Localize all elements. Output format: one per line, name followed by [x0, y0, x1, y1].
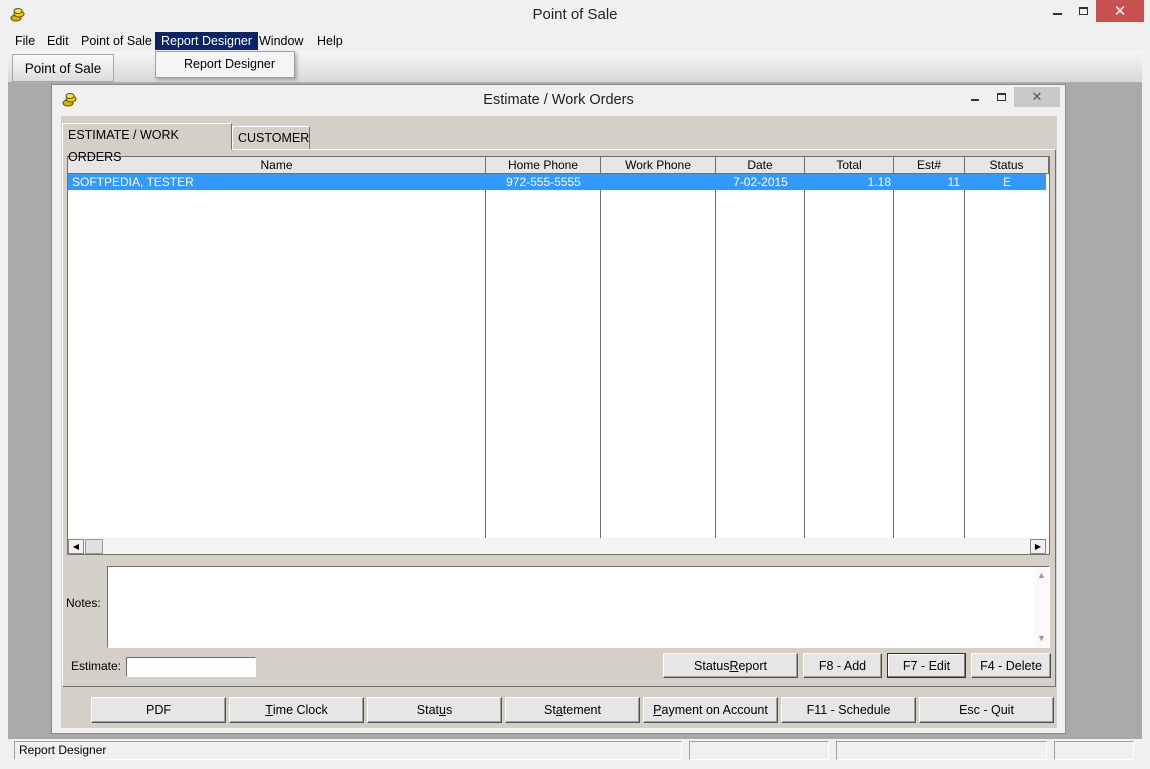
orders-grid[interactable]: Name Home Phone Work Phone Date Total Es… — [67, 156, 1050, 555]
estimate-input[interactable] — [126, 657, 256, 677]
cell-work-phone — [601, 174, 716, 190]
column-divider — [715, 174, 716, 538]
minimize-icon — [971, 99, 979, 101]
scroll-thumb[interactable] — [85, 539, 103, 554]
menu-file[interactable]: File — [9, 32, 41, 50]
schedule-button[interactable]: F11 - Schedule — [781, 697, 916, 723]
payment-on-account-button[interactable]: Payment on Account — [643, 697, 778, 723]
cell-total: 1.18 — [867, 175, 891, 189]
label-part: eport — [738, 658, 767, 673]
column-header-status[interactable]: Status — [965, 157, 1049, 174]
cell-est: 11 — [947, 175, 960, 189]
status-text: Report Designer — [14, 741, 682, 760]
menu-report-designer[interactable]: Report Designer — [155, 32, 259, 50]
cell-date: 7-02-2015 — [733, 175, 788, 189]
maximize-icon — [996, 93, 1006, 101]
menu-point-of-sale[interactable]: Point of Sale — [75, 32, 158, 50]
quit-button[interactable]: Esc - Quit — [919, 697, 1054, 723]
minimize-icon — [1052, 13, 1062, 15]
title-bar: Point of Sale ✕ — [0, 0, 1150, 31]
label-part: ime Clock — [272, 703, 328, 717]
child-window-title: Estimate / Work Orders — [483, 92, 634, 108]
pdf-button[interactable]: PDF — [91, 697, 226, 723]
minimize-button[interactable] — [1044, 0, 1070, 22]
time-clock-button[interactable]: Time Clock — [229, 697, 364, 723]
column-header-est[interactable]: Est# — [894, 157, 965, 174]
close-button[interactable]: ✕ — [1096, 0, 1144, 22]
column-divider — [485, 174, 486, 538]
window-title: Point of Sale — [532, 6, 618, 23]
add-button[interactable]: F8 - Add — [803, 653, 882, 678]
column-divider — [600, 174, 601, 538]
status-panel — [689, 741, 829, 760]
status-panel — [1054, 741, 1134, 760]
child-maximize-button[interactable] — [988, 87, 1014, 107]
label-part: ayment on Account — [661, 703, 768, 717]
close-icon: ✕ — [1031, 89, 1043, 104]
label-part: PDF — [146, 703, 171, 717]
column-divider — [804, 174, 805, 538]
label-accel: R — [729, 658, 739, 673]
column-header-total[interactable]: Total — [805, 157, 894, 174]
child-close-button[interactable]: ✕ — [1014, 87, 1060, 107]
column-header-work-phone[interactable]: Work Phone — [601, 157, 716, 174]
child-minimize-button[interactable] — [962, 87, 988, 107]
estimate-work-orders-window: Estimate / Work Orders ✕ ESTIMATE / WORK… — [51, 84, 1066, 734]
report-designer-dropdown: Report Designer — [155, 51, 295, 78]
label-part: St — [544, 703, 556, 717]
menu-bar: File Edit Point of Sale Report Designer … — [8, 31, 1142, 51]
cell-status: E — [1002, 175, 1011, 189]
maximize-button[interactable] — [1070, 0, 1096, 22]
scroll-right-icon[interactable]: ▶ — [1030, 539, 1046, 554]
column-header-home-phone[interactable]: Home Phone — [486, 157, 601, 174]
scroll-left-icon[interactable]: ◀ — [68, 539, 84, 554]
status-report-button[interactable]: Status Report — [663, 653, 798, 678]
edit-button[interactable]: F7 - Edit — [887, 653, 966, 678]
label-part: tement — [562, 703, 601, 717]
delete-button[interactable]: F4 - Delete — [971, 653, 1051, 678]
column-header-date[interactable]: Date — [716, 157, 805, 174]
notes-label: Notes: — [66, 596, 101, 610]
statement-button[interactable]: St a tement — [505, 697, 640, 723]
menu-edit[interactable]: Edit — [41, 32, 75, 50]
main-panel: ESTIMATE / WORK ORDERS CUSTOMER Name Hom… — [61, 116, 1057, 728]
estimate-label: Estimate: — [71, 659, 122, 673]
cell-name: SOFTPEDIA, TESTER — [72, 175, 194, 189]
notes-vertical-scrollbar[interactable]: ▲ ▼ — [1033, 567, 1049, 647]
column-divider — [964, 174, 965, 538]
column-divider — [893, 174, 894, 538]
menu-window[interactable]: Window — [253, 32, 309, 50]
status-panel — [836, 741, 1047, 760]
horizontal-scrollbar[interactable]: ◀ ▶ — [68, 538, 1049, 554]
close-icon: ✕ — [1113, 3, 1127, 20]
scroll-up-icon[interactable]: ▲ — [1037, 570, 1046, 580]
label-accel: u — [439, 703, 446, 717]
cell-home-phone: 972-555-5555 — [506, 175, 581, 189]
column-header-name[interactable]: Name — [68, 157, 486, 174]
label-accel: T — [265, 703, 273, 717]
label-part: Status — [694, 658, 730, 673]
notes-textarea[interactable]: ▲ ▼ — [107, 566, 1050, 648]
status-button[interactable]: Stat u s — [367, 697, 502, 723]
scroll-down-icon[interactable]: ▼ — [1037, 633, 1046, 643]
menu-help[interactable]: Help — [311, 32, 349, 50]
tab-customer[interactable]: CUSTOMER — [232, 126, 310, 150]
label-accel: a — [555, 703, 563, 717]
status-bar: Report Designer — [8, 739, 1142, 763]
label-part: F11 - Schedule — [806, 703, 891, 717]
maximize-icon — [1078, 7, 1088, 15]
tab-estimate-work-orders[interactable]: ESTIMATE / WORK ORDERS — [62, 123, 232, 164]
point-of-sale-button[interactable]: Point of Sale — [12, 54, 114, 82]
label-part: Esc - Quit — [959, 703, 1014, 717]
label-part: s — [445, 703, 453, 717]
label-accel: P — [653, 703, 662, 717]
dropdown-item-report-designer[interactable]: Report Designer — [184, 57, 275, 71]
label-part: Stat — [416, 703, 440, 717]
